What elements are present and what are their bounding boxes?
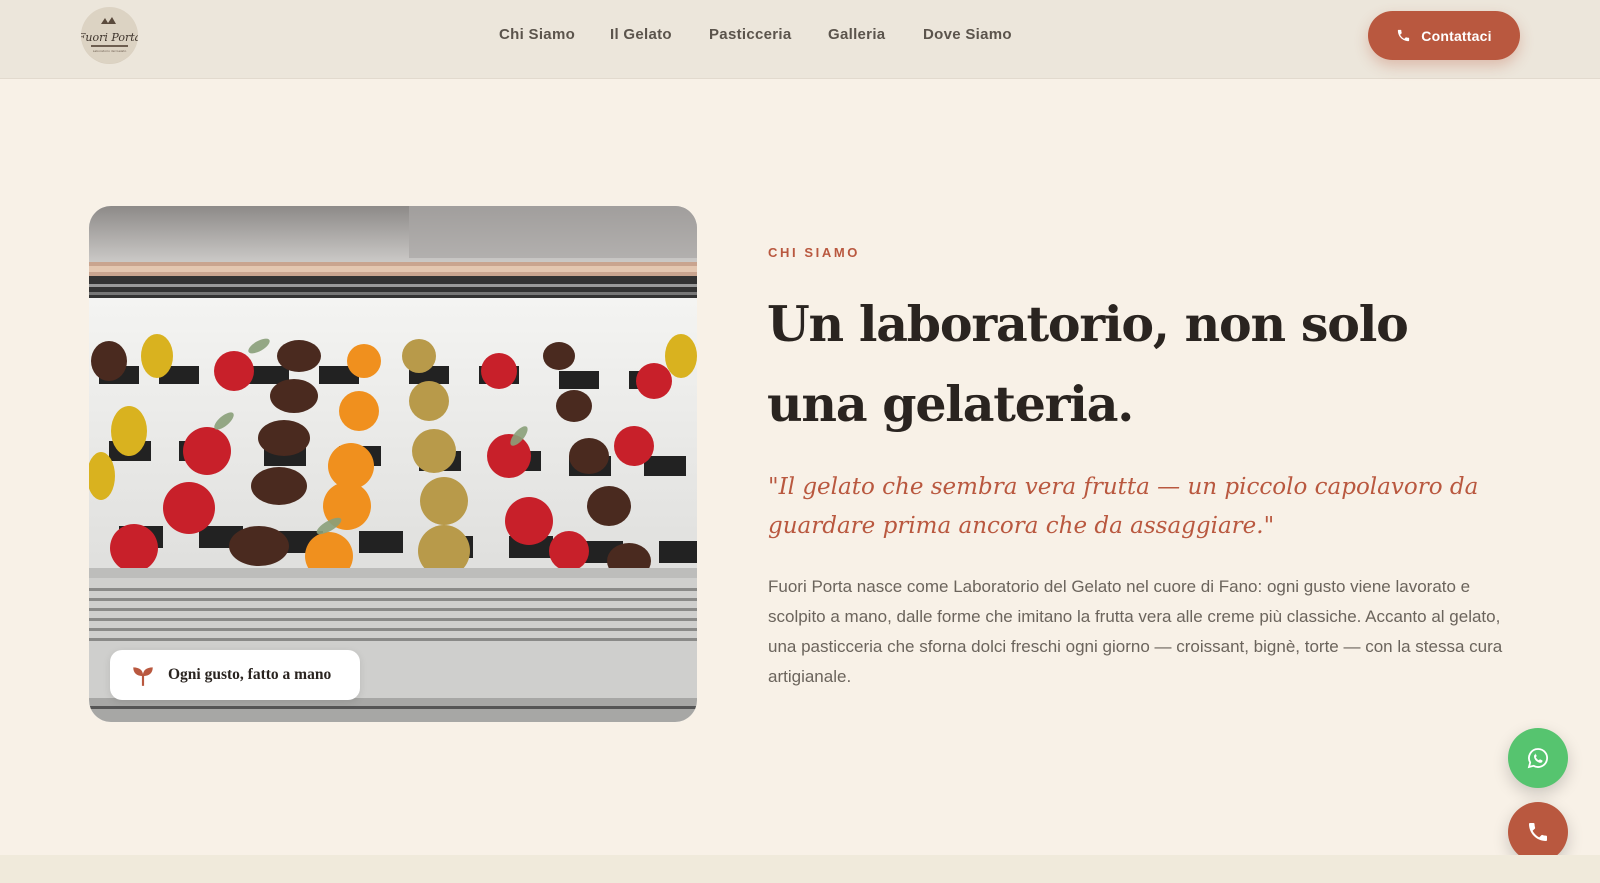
gelato-display-image: Ogni gusto, fatto a mano <box>89 206 697 722</box>
image-badge: Ogni gusto, fatto a mano <box>110 650 360 700</box>
display-case-illustration <box>89 206 697 722</box>
nav-chi-siamo[interactable]: Chi Siamo <box>499 26 575 43</box>
nav-galleria[interactable]: Galleria <box>828 26 885 43</box>
main-nav: Chi Siamo Il Gelato Pasticceria Galleria… <box>0 26 1600 48</box>
section-headline: Un laboratorio, non solo una gelateria. <box>767 295 1409 433</box>
nav-pasticceria[interactable]: Pasticceria <box>709 26 792 43</box>
section-body: Fuori Porta nasce come Laboratorio del G… <box>768 577 1503 686</box>
section-eyebrow: CHI SIAMO <box>768 245 861 260</box>
image-badge-label: Ogni gusto, fatto a mano <box>168 666 332 683</box>
logo-subtext: Laboratorio del Gelato <box>93 49 127 53</box>
phone-icon <box>1398 29 1410 42</box>
section-quote: "Il gelato che sembra vera frutta — un p… <box>768 474 1479 539</box>
whatsapp-button[interactable] <box>1508 728 1568 788</box>
nav-dove-siamo[interactable]: Dove Siamo <box>923 26 1012 43</box>
contact-button-label: Contattaci <box>1421 27 1492 44</box>
site-header: Fuori Porta Laboratorio del Gelato Chi S… <box>0 0 1600 79</box>
call-button[interactable] <box>1508 802 1568 862</box>
sprout-icon <box>133 667 153 686</box>
contact-button[interactable]: Contattaci <box>1368 11 1520 60</box>
nav-il-gelato[interactable]: Il Gelato <box>610 26 672 43</box>
phone-icon <box>1529 823 1547 841</box>
next-section-edge <box>0 855 1600 883</box>
whatsapp-icon <box>1527 748 1548 769</box>
